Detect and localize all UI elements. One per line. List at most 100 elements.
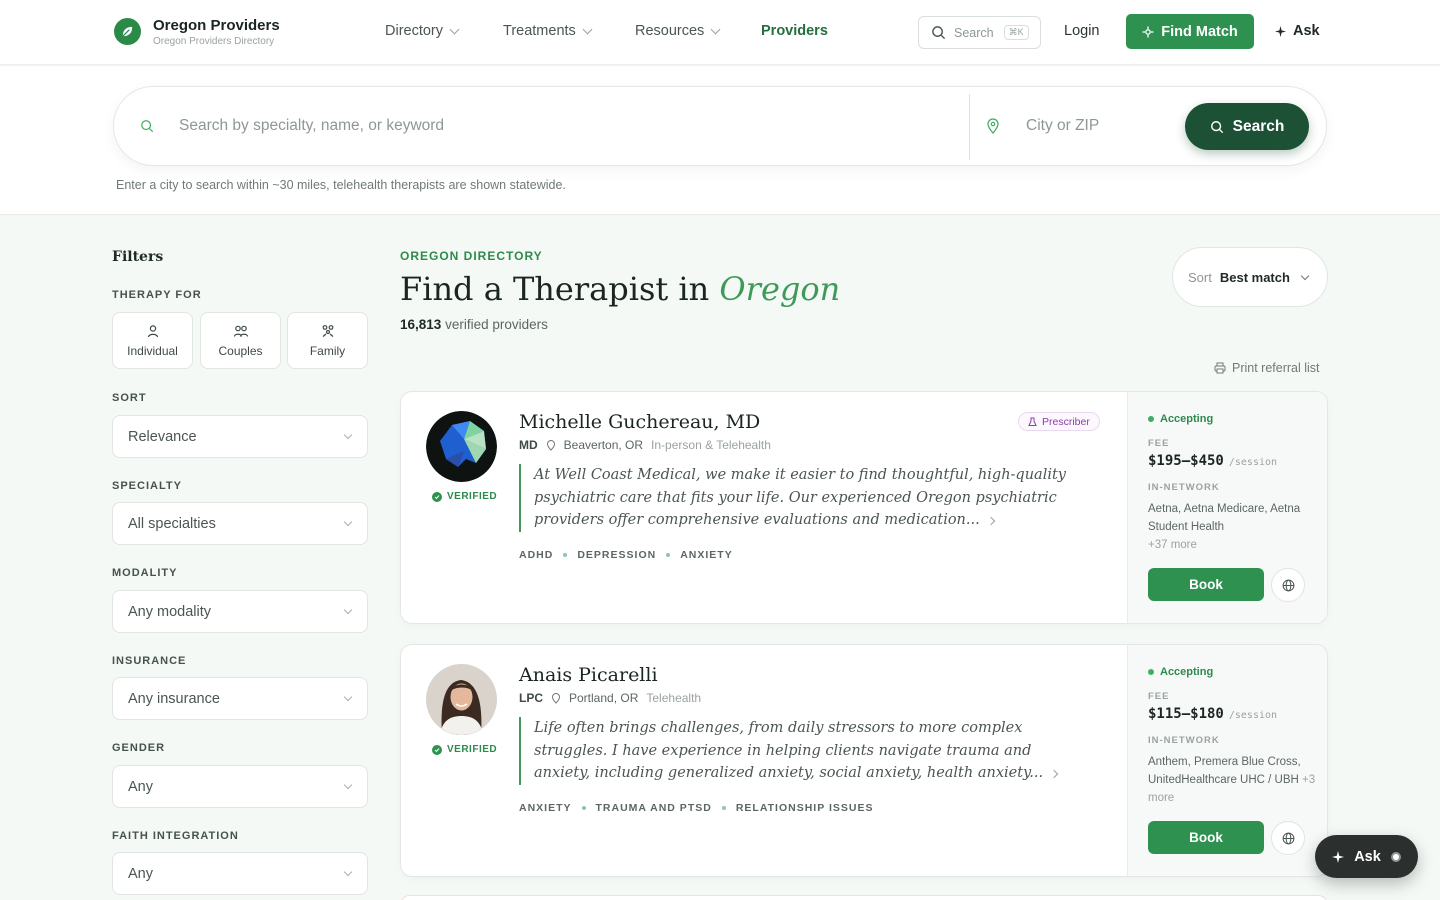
- provider-card[interactable]: VERIFIED Anais Picarelli LPC Portland, O…: [400, 644, 1328, 877]
- insurance-label: INSURANCE: [112, 655, 187, 667]
- specialty-tags: ANXIETY TRAUMA AND PTSD RELATIONSHIP ISS…: [519, 802, 873, 814]
- leaf-logo-icon[interactable]: [114, 18, 141, 45]
- search-icon: [932, 26, 946, 40]
- chevron-right-icon[interactable]: [1049, 769, 1059, 779]
- website-button[interactable]: [1271, 821, 1305, 855]
- therapy-couples-button[interactable]: Couples: [200, 312, 281, 369]
- therapy-family-button[interactable]: Family: [287, 312, 368, 369]
- nav-providers[interactable]: Providers: [761, 23, 828, 39]
- page-title: Find a Therapist in Oregon: [400, 270, 840, 308]
- fee-amount: $115–$180: [1148, 706, 1224, 722]
- chevron-down-icon: [343, 867, 353, 877]
- floating-ask-button[interactable]: Ask: [1315, 835, 1418, 878]
- fee-label: FEE: [1148, 691, 1170, 702]
- provider-sidebar: Accepting FEE $195–$450/session IN-NETWO…: [1127, 392, 1327, 623]
- provider-bio[interactable]: At Well Coast Medical, we make it easier…: [519, 464, 1091, 532]
- gender-select[interactable]: Any: [112, 765, 368, 808]
- sort-label: SORT: [112, 392, 147, 404]
- person-icon: [147, 324, 158, 337]
- main-search-bar: Search by specialty, name, or keyword Ci…: [113, 86, 1327, 166]
- sparkle-icon: [1275, 25, 1286, 37]
- brand-title[interactable]: Oregon Providers: [153, 17, 280, 34]
- provider-card[interactable]: VERIFIED Michelle Guchereau, MD MD Beave…: [400, 391, 1328, 624]
- network-label: IN-NETWORK: [1148, 735, 1220, 746]
- couple-icon: [233, 325, 248, 337]
- therapy-for-label: THERAPY FOR: [112, 289, 202, 301]
- credential: MD: [519, 438, 538, 452]
- tag: ANXIETY: [680, 549, 733, 561]
- website-button[interactable]: [1271, 568, 1305, 602]
- credential: LPC: [519, 691, 543, 705]
- chevron-down-icon: [582, 24, 593, 34]
- chevron-down-icon: [343, 605, 353, 615]
- check-icon: [432, 491, 442, 502]
- chevron-right-icon[interactable]: [986, 516, 995, 526]
- select-value: Any insurance: [128, 690, 220, 707]
- therapy-label: Individual: [127, 343, 178, 358]
- filters-title: Filters: [112, 249, 164, 265]
- header-search-button[interactable]: Search ⌘K: [918, 16, 1041, 49]
- faith-select[interactable]: Any: [112, 852, 368, 895]
- search-icon: [1210, 120, 1223, 133]
- fee-unit: /session: [1228, 710, 1278, 721]
- book-button[interactable]: Book: [1148, 568, 1264, 601]
- search-input[interactable]: Search by specialty, name, or keyword: [179, 117, 444, 135]
- provider-count: 16,813 verified providers: [400, 317, 548, 332]
- sort-dropdown-value: Best match: [1219, 269, 1290, 285]
- chevron-down-icon: [343, 517, 353, 527]
- ask-button[interactable]: Ask: [1275, 23, 1320, 39]
- print-referral-link[interactable]: Print referral list: [1214, 361, 1320, 375]
- specialty-label: SPECIALTY: [112, 480, 182, 492]
- provider-name[interactable]: Michelle Guchereau, MD: [519, 411, 760, 433]
- tag: TRAUMA AND PTSD: [595, 802, 712, 814]
- login-link[interactable]: Login: [1064, 23, 1099, 39]
- book-button[interactable]: Book: [1148, 821, 1264, 854]
- nav-directory[interactable]: Directory: [385, 23, 460, 39]
- sort-dropdown[interactable]: Sort Best match: [1172, 247, 1328, 307]
- provider-sidebar: Accepting FEE $115–$180/session IN-NETWO…: [1127, 645, 1327, 876]
- next-provider-card: [400, 895, 1328, 900]
- section-eyebrow: OREGON DIRECTORY: [400, 249, 543, 263]
- network-label: IN-NETWORK: [1148, 482, 1220, 493]
- fee-value: $115–$180/session: [1148, 706, 1277, 722]
- avatar[interactable]: [426, 664, 497, 735]
- status-label: Accepting: [1160, 413, 1214, 425]
- fee-unit: /session: [1228, 457, 1278, 468]
- chevron-down-icon: [343, 430, 353, 440]
- divider: [969, 94, 970, 160]
- search-hint: Enter a city to search within ~30 miles,…: [116, 178, 566, 192]
- select-value: Any: [128, 778, 153, 795]
- search-button[interactable]: Search: [1185, 103, 1309, 150]
- provider-bio[interactable]: Life often brings challenges, from daily…: [519, 717, 1091, 785]
- select-value: Any: [128, 865, 153, 882]
- insurance-select[interactable]: Any insurance: [112, 677, 368, 720]
- session-mode: Telehealth: [646, 691, 702, 705]
- find-match-button[interactable]: Find Match: [1126, 14, 1254, 49]
- chevron-down-icon: [449, 24, 460, 34]
- accepting-status: Accepting: [1148, 666, 1213, 678]
- therapy-label: Couples: [218, 343, 263, 358]
- sparkle-icon: [1332, 850, 1345, 863]
- select-value: Relevance: [128, 428, 197, 445]
- insurance-more[interactable]: +37 more: [1148, 539, 1197, 551]
- verified-label: VERIFIED: [447, 491, 498, 502]
- tag-separator: [581, 806, 586, 810]
- nav-resources[interactable]: Resources: [635, 23, 721, 39]
- nav-label: Providers: [761, 23, 828, 39]
- therapy-individual-button[interactable]: Individual: [112, 312, 193, 369]
- specialty-tags: ADHD DEPRESSION ANXIETY: [519, 549, 733, 561]
- chevron-down-icon: [1300, 271, 1310, 280]
- nav-label: Directory: [385, 23, 444, 39]
- location: Portland, OR: [569, 691, 639, 705]
- provider-name[interactable]: Anais Picarelli: [519, 664, 658, 686]
- nav-treatments[interactable]: Treatments: [503, 23, 593, 39]
- avatar[interactable]: [426, 411, 497, 482]
- location: Beaverton, OR: [563, 438, 644, 452]
- specialty-select[interactable]: All specialties: [112, 502, 368, 545]
- location-input[interactable]: City or ZIP: [1026, 117, 1099, 135]
- tag: RELATIONSHIP ISSUES: [735, 802, 874, 814]
- sort-select[interactable]: Relevance: [112, 415, 368, 458]
- fee-value: $195–$450/session: [1148, 453, 1277, 469]
- modality-select[interactable]: Any modality: [112, 590, 368, 633]
- chevron-down-icon: [343, 780, 353, 790]
